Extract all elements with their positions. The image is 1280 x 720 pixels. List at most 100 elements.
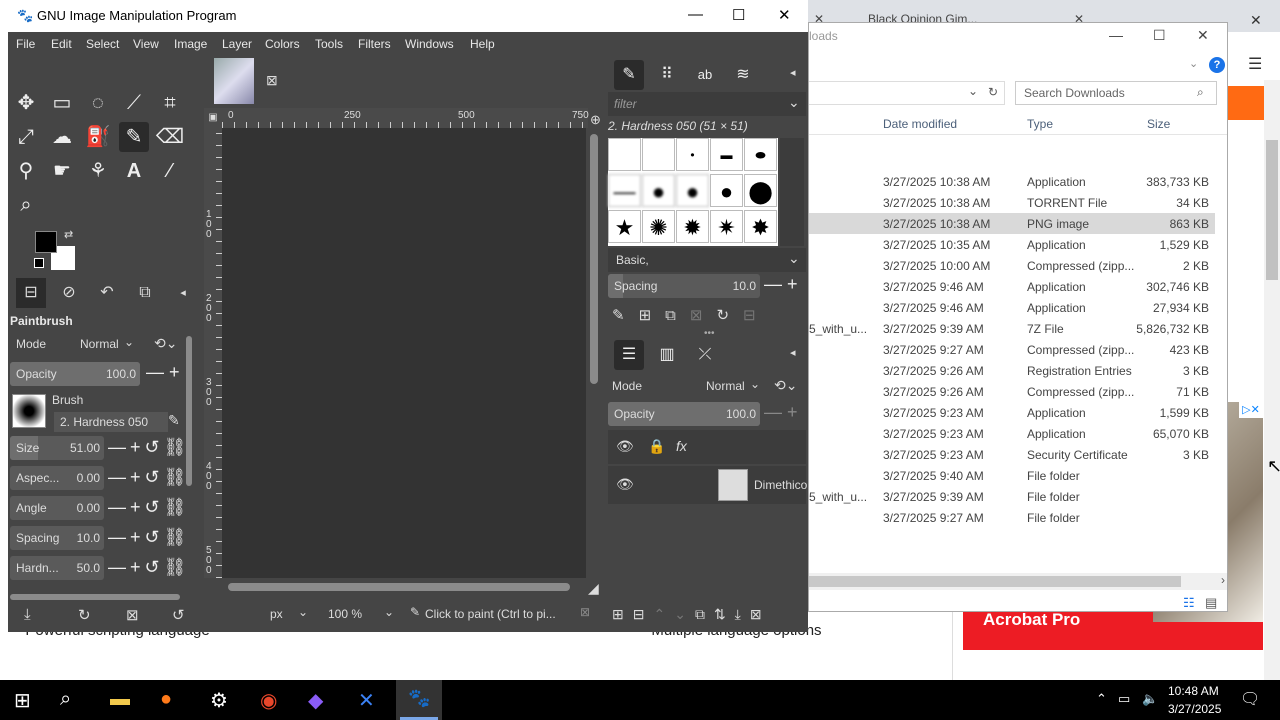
layers-tab-icon[interactable]: ☰	[614, 340, 644, 370]
menu-image[interactable]: Image	[174, 37, 207, 51]
page-scrollbar[interactable]	[1264, 80, 1280, 680]
channels-tab-icon[interactable]: ▥	[652, 340, 682, 370]
table-row[interactable]: 5_with_u... 3/27/2025 9:39 AM 7Z File 5,826…	[809, 318, 1215, 339]
paths-tool-icon[interactable]: ⚘	[83, 156, 113, 186]
delete-options-icon[interactable]: ⊠	[126, 606, 139, 624]
file-explorer-icon[interactable]: ▬	[110, 688, 130, 711]
brush-cell[interactable]: ✹	[676, 210, 709, 243]
images-tab-icon[interactable]: ⧉	[130, 278, 160, 308]
duplicate-layer-icon[interactable]: ⧉	[695, 606, 714, 622]
layer-name[interactable]: Dimethico	[754, 478, 807, 492]
close-icon[interactable]: ✕	[1197, 27, 1209, 44]
slider-3[interactable]: Spacing 10.0	[10, 526, 104, 550]
brush-cell[interactable]: ✷	[710, 210, 743, 243]
brush-name[interactable]: 2. Hardness 050	[54, 412, 168, 432]
chevron-down-icon[interactable]: ⌄	[750, 377, 760, 391]
layer-mode-select[interactable]: Normal	[706, 379, 745, 393]
move-tool-icon[interactable]: ✥	[11, 88, 41, 118]
minimize-icon[interactable]: —	[688, 6, 703, 23]
delete-brush-icon[interactable]: ⊠	[690, 307, 717, 324]
brush-cell[interactable]: ●	[710, 174, 743, 207]
new-layer-group-icon[interactable]: ⊟	[633, 606, 654, 622]
spacing-minus-plus[interactable]: — +	[764, 274, 798, 295]
menu-filters[interactable]: Filters	[358, 37, 391, 51]
slider-buttons-icon[interactable]: —+↺⛓	[108, 527, 190, 548]
raise-layer-icon[interactable]: ⌃	[653, 606, 674, 622]
anchor-layer-icon[interactable]: ⇅	[714, 606, 735, 622]
navigate-icon[interactable]: ⊕	[590, 112, 601, 128]
menu-layer[interactable]: Layer	[222, 37, 252, 51]
slider-buttons-icon[interactable]: —+↺⛓	[108, 557, 190, 578]
rect-select-tool-icon[interactable]: ▭	[47, 88, 77, 118]
device-status-tab-icon[interactable]: ⊘	[54, 278, 84, 308]
zoom-fit-icon[interactable]: ◢	[588, 580, 599, 597]
settings-gear-icon[interactable]: ⚙	[210, 688, 228, 713]
layer-opacity-slider[interactable]: Opacity 100.0	[608, 402, 760, 426]
slider-buttons-icon[interactable]: —+↺⛓	[108, 467, 190, 488]
column-size[interactable]: Size	[1147, 117, 1170, 131]
menu-view[interactable]: View	[133, 37, 159, 51]
search-input[interactable]: Search Downloads	[1015, 81, 1217, 105]
opacity-slider[interactable]: Opacity 100.0	[10, 362, 140, 386]
brush-cell[interactable]: ⬬	[744, 138, 777, 171]
opacity-minus-plus[interactable]: — +	[146, 362, 180, 383]
transform-tool-icon[interactable]: ⤢	[11, 122, 41, 152]
toolbox-vscroll[interactable]	[186, 336, 192, 486]
menu-colors[interactable]: Colors	[265, 37, 300, 51]
notifications-icon[interactable]: 🗨	[1240, 689, 1260, 709]
brush-grid[interactable]: • ▬ ⬬ — ● ● ● ⬤ ★ ✺ ✹ ✷ ✸	[608, 138, 778, 246]
layer-row[interactable]: 👁 Dimethico	[608, 466, 807, 504]
gimp-window[interactable]: 🐾 GNU Image Manipulation Program — ☐ ✕ F…	[8, 0, 808, 632]
brush-cell[interactable]: ✸	[744, 210, 777, 243]
edit-brush-icon[interactable]: ✎	[168, 412, 180, 429]
brush-cell[interactable]: ▬	[710, 138, 743, 171]
refresh-icon[interactable]: ↻	[988, 85, 998, 99]
reset-mode-icon[interactable]: ⟲⌄	[154, 335, 177, 352]
close-image-icon[interactable]: ⊠	[266, 72, 278, 89]
zoom-tool-icon[interactable]: ⌕	[11, 190, 41, 220]
details-view-icon[interactable]: ☷	[1183, 595, 1195, 611]
table-row[interactable]: 3/27/2025 10:38 AM PNG image 863 KB	[809, 213, 1215, 234]
horizontal-scrollbar[interactable]: ›	[809, 573, 1227, 590]
scroll-right-icon[interactable]: ›	[1221, 573, 1225, 587]
free-select-tool-icon[interactable]: ◌	[83, 88, 113, 118]
layer-opacity-minus-plus[interactable]: — +	[764, 402, 798, 423]
firefox-icon[interactable]: ●	[160, 688, 172, 711]
save-options-icon[interactable]: ⤓	[24, 606, 31, 623]
page-scroll-thumb[interactable]	[1266, 140, 1278, 280]
chevron-down-icon[interactable]: ⌄	[298, 605, 308, 619]
app-icon[interactable]: ◉	[260, 688, 277, 713]
crop-tool-icon[interactable]: ⌗	[155, 88, 185, 118]
swap-colors-icon[interactable]: ⇄	[64, 228, 73, 241]
menu-windows[interactable]: Windows	[405, 37, 454, 51]
advert-close-icon[interactable]: ▷✕	[1239, 402, 1263, 418]
table-row[interactable]: 3/27/2025 9:26 AM Compressed (zipp... 71 K…	[809, 381, 1215, 402]
chevron-down-icon[interactable]: ⌄	[384, 605, 394, 619]
slider-buttons-icon[interactable]: —+↺⛓	[108, 497, 190, 518]
chevron-down-icon[interactable]: ⌄	[124, 335, 134, 349]
merge-layer-icon[interactable]: ⤓	[735, 606, 750, 622]
brush-cell[interactable]	[608, 138, 641, 171]
table-row[interactable]: 3/27/2025 9:23 AM Security Certificate 3 K…	[809, 444, 1215, 465]
table-row[interactable]: 5_with_u... 3/27/2025 9:39 AM File folder	[809, 486, 1215, 507]
layer-visibility-icon[interactable]: 👁	[616, 476, 634, 493]
color-picker-tool-icon[interactable]: ⁄	[155, 156, 185, 186]
chevron-down-icon[interactable]: ⌄	[788, 94, 800, 111]
menu-edit[interactable]: Edit	[51, 37, 72, 51]
file-explorer-window[interactable]: loads — ☐ ✕ ⌄ ? ⌄ ↻ Search Downloads ⌕ D…	[808, 22, 1228, 612]
default-colors-icon[interactable]	[34, 258, 44, 268]
brush-cell[interactable]: ●	[676, 174, 709, 207]
menu-tools[interactable]: Tools	[315, 37, 343, 51]
text-tool-icon[interactable]: A	[119, 156, 149, 186]
smudge-tool-icon[interactable]: ☛	[47, 156, 77, 186]
bucket-fill-tool-icon[interactable]: ⛽	[83, 122, 113, 152]
canvas-hscroll[interactable]	[222, 578, 588, 596]
fuzzy-select-tool-icon[interactable]: ⟋	[119, 88, 149, 118]
tool-options-tab-icon[interactable]: ⊟	[16, 278, 46, 308]
brush-cell[interactable]: •	[676, 138, 709, 171]
fx-icon[interactable]: fx	[676, 438, 687, 454]
address-bar[interactable]: ⌄ ↻	[809, 81, 1005, 105]
minimize-icon[interactable]: —	[1109, 27, 1123, 43]
brush-spacing-slider[interactable]: Spacing 10.0	[608, 274, 760, 298]
table-row[interactable]: 3/27/2025 10:00 AM Compressed (zipp... 2 K…	[809, 255, 1215, 276]
